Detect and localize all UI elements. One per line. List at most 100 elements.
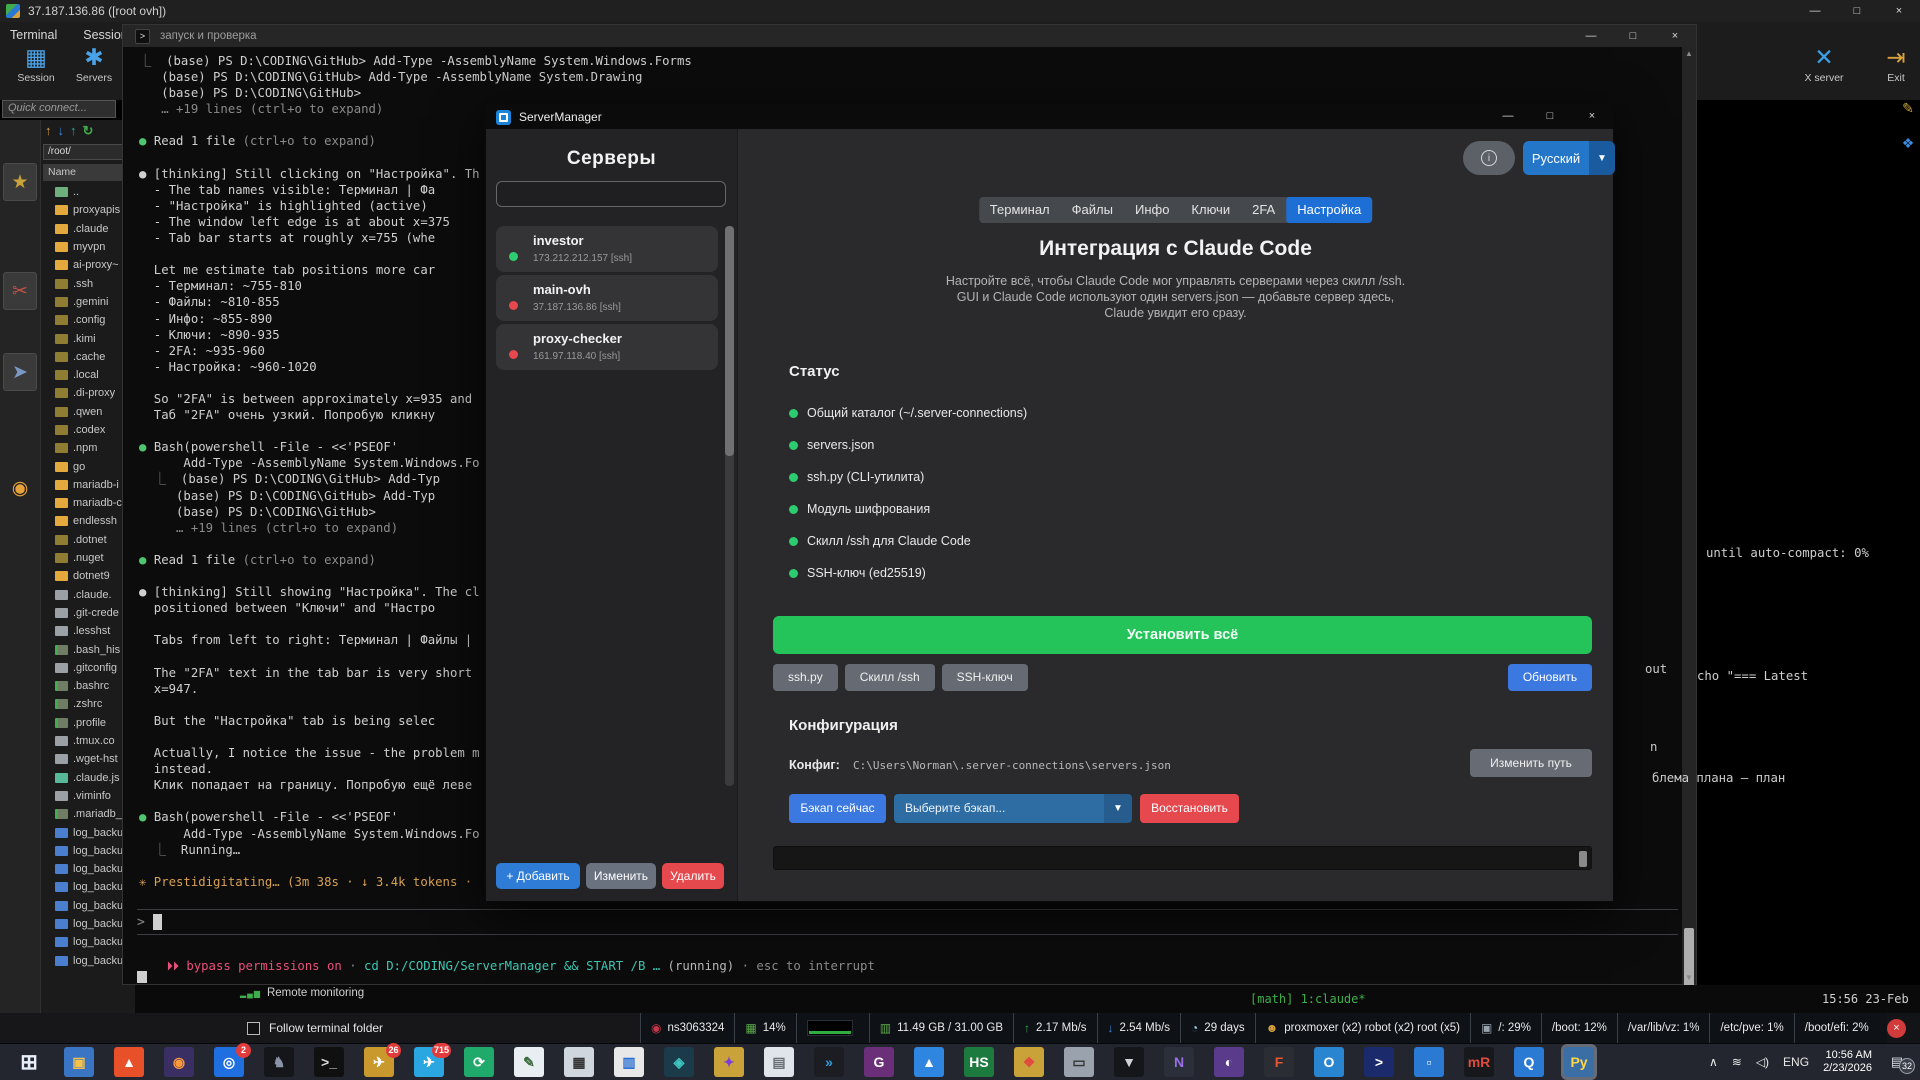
taskbar-icon-remote-app[interactable]: ▫ [1414, 1047, 1444, 1077]
sm-minimize-button[interactable]: — [1487, 105, 1529, 129]
taskbar-icon-opera[interactable]: O [1314, 1047, 1344, 1077]
taskbar-icon-file-explorer[interactable]: ▣ [64, 1047, 94, 1077]
taskbar-icon-bird-app[interactable]: » [814, 1047, 844, 1077]
taskbar-icon-mr-app[interactable]: mR [1464, 1047, 1494, 1077]
tool-button[interactable]: ssh.py [773, 664, 838, 691]
tab-2fa[interactable]: 2FA [1241, 197, 1286, 223]
parent-folder-icon[interactable]: ↑ [45, 123, 52, 139]
terminal-close-button[interactable]: × [1654, 25, 1696, 47]
tray-expand-icon[interactable]: ∧ [1709, 1055, 1718, 1069]
pencil-icon[interactable]: ✎ [1896, 100, 1920, 117]
taskbar-icon-tile-app[interactable]: ❖ [1014, 1047, 1044, 1077]
terminal-scrollbar[interactable]: ▲ ▼ [1682, 47, 1696, 984]
add-server-button[interactable]: + Добавить [496, 863, 580, 889]
remote-monitoring-button[interactable]: ▂▄▆Remote monitoring [240, 987, 364, 999]
close-button[interactable]: × [1878, 0, 1920, 22]
taskbar-icon-window-app[interactable]: ▥ [614, 1047, 644, 1077]
terminal-minimize-button[interactable]: — [1570, 25, 1612, 47]
info-button[interactable]: i [1463, 141, 1515, 175]
taskbar-icon-telegram-1[interactable]: ✈26 [364, 1047, 394, 1077]
wifi-icon[interactable]: ≋ [1732, 1055, 1742, 1069]
close-monitoring-button[interactable]: × [1887, 1019, 1906, 1038]
maximize-button[interactable]: □ [1836, 0, 1878, 22]
server-list-scrollbar[interactable] [725, 226, 734, 786]
toolbar-button-exit[interactable]: ⇥Exit [1868, 44, 1920, 84]
install-all-button[interactable]: Установить всё [773, 616, 1592, 654]
taskbar-icon-python[interactable]: Py [1564, 1047, 1594, 1077]
toolbar-button-servers[interactable]: ✱Servers [66, 44, 122, 84]
taskbar-icon-brave[interactable]: ▲ [114, 1047, 144, 1077]
minimize-button[interactable]: — [1794, 0, 1836, 22]
toolbar-button-session[interactable]: ▦Session [8, 44, 64, 84]
backup-now-button[interactable]: Бэкап сейчас [789, 794, 886, 823]
taskbar-icon-sync-app[interactable]: ⟳ [464, 1047, 494, 1077]
taskbar-icon-cube-app[interactable]: ✦ [714, 1047, 744, 1077]
taskbar-icon-cmd[interactable]: >_ [314, 1047, 344, 1077]
tab-файлы[interactable]: Файлы [1061, 197, 1124, 223]
gem-icon[interactable]: ❖ [1896, 135, 1920, 152]
taskbar-icon-quick-utmo[interactable]: Q [1514, 1047, 1544, 1077]
scrollbar-thumb[interactable] [1579, 851, 1587, 867]
tool-button[interactable]: SSH-ключ [942, 664, 1028, 691]
taskbar-icon-calculator[interactable]: ▦ [564, 1047, 594, 1077]
edit-server-button[interactable]: Изменить [586, 863, 656, 889]
server-search-input[interactable] [496, 181, 726, 207]
tool-button[interactable]: Скилл /ssh [845, 664, 935, 691]
language-select[interactable]: Русский ▼ [1523, 141, 1615, 175]
sidebar-tab-macros[interactable]: ➤ [3, 353, 37, 391]
file-name: log_backu [73, 936, 123, 948]
taskbar-icon-black-cube[interactable]: ▼ [1114, 1047, 1144, 1077]
taskbar-icon-notes[interactable]: ✎ [514, 1047, 544, 1077]
sidebar-tab-network[interactable]: ◉ [3, 469, 37, 507]
taskbar-icon-telegram-2[interactable]: ✈715 [414, 1047, 444, 1077]
terminal-prompt[interactable]: > [137, 909, 1678, 935]
menu-terminal[interactable]: Terminal [10, 28, 57, 42]
tab-настройка[interactable]: Настройка [1286, 197, 1372, 223]
server-item-proxy-checker[interactable]: proxy-checker161.97.118.40 [ssh] [496, 324, 718, 370]
taskbar-icon-photos[interactable]: ▲ [914, 1047, 944, 1077]
delete-server-button[interactable]: Удалить [662, 863, 724, 889]
checkbox[interactable] [247, 1022, 260, 1035]
refresh-icon[interactable]: ↻ [83, 123, 94, 139]
taskbar-icon-powershell[interactable]: > [1364, 1047, 1394, 1077]
taskbar-icon-gimp[interactable]: G [864, 1047, 894, 1077]
scrollbar-thumb[interactable] [725, 226, 734, 456]
taskbar-icon-vs-app[interactable]: ◈ [664, 1047, 694, 1077]
sidebar-tab-favorites[interactable]: ★ [3, 163, 37, 201]
follow-terminal-folder[interactable]: Follow terminal folder [0, 1013, 640, 1043]
taskbar-icon-notepad[interactable]: ▤ [764, 1047, 794, 1077]
toolbar-button-x-server[interactable]: ✕X server [1796, 44, 1852, 84]
taskbar-icon-hs-app[interactable]: HS [964, 1047, 994, 1077]
quick-connect-input[interactable]: Quick connect... [2, 100, 116, 118]
taskbar-icon-messenger[interactable]: ◎2 [214, 1047, 244, 1077]
refresh-button[interactable]: Обновить [1508, 664, 1592, 691]
language-indicator[interactable]: ENG [1783, 1055, 1809, 1069]
sm-maximize-button[interactable]: □ [1529, 105, 1571, 129]
sm-close-button[interactable]: × [1571, 105, 1613, 129]
taskbar-icon-frky[interactable]: ♞ [264, 1047, 294, 1077]
server-item-investor[interactable]: investor173.212.212.157 [ssh] [496, 226, 718, 272]
backup-select[interactable]: Выберите бэкап... ▼ [894, 794, 1132, 823]
taskbar-icon-firefox[interactable]: ◉ [164, 1047, 194, 1077]
tab-ключи[interactable]: Ключи [1180, 197, 1241, 223]
upload-icon[interactable]: ↑ [70, 123, 77, 139]
taskbar-icon-figma[interactable]: F [1264, 1047, 1294, 1077]
scroll-down-icon[interactable]: ▼ [1682, 973, 1696, 982]
terminal-maximize-button[interactable]: □ [1612, 25, 1654, 47]
restore-button[interactable]: Восстановить [1140, 794, 1239, 823]
file-path-input[interactable]: /root/ [43, 144, 133, 160]
scroll-up-icon[interactable]: ▲ [1682, 49, 1696, 58]
taskbar-icon-monitor-app[interactable]: ▭ [1064, 1047, 1094, 1077]
server-item-main-ovh[interactable]: main-ovh37.187.136.86 [ssh] [496, 275, 718, 321]
clock[interactable]: 10:56 AM 2/23/2026 [1823, 1049, 1872, 1075]
tab-инфо[interactable]: Инфо [1124, 197, 1180, 223]
notifications-button[interactable]: ▤32 [1886, 1054, 1908, 1070]
taskbar-icon-github[interactable]: ◐ [1214, 1047, 1244, 1077]
sidebar-tab-tools[interactable]: ✂ [3, 272, 37, 310]
volume-icon[interactable]: ◁) [1756, 1055, 1769, 1069]
tab-терминал[interactable]: Терминал [979, 197, 1061, 223]
taskbar-icon-neovim[interactable]: N [1164, 1047, 1194, 1077]
taskbar-icon-start[interactable]: ⊞ [14, 1047, 44, 1077]
change-path-button[interactable]: Изменить путь [1470, 749, 1592, 777]
download-icon[interactable]: ↓ [58, 123, 65, 139]
